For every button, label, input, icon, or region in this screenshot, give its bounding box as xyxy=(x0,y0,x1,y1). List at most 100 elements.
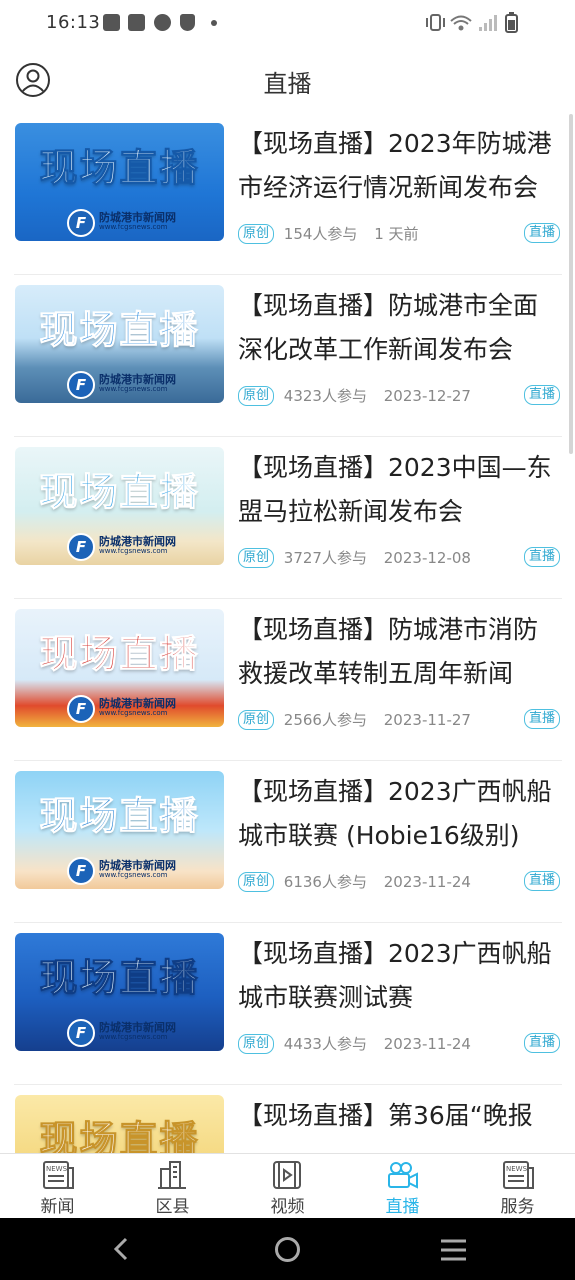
thumbnail-caption: 现场直播 xyxy=(39,470,200,515)
participant-count: 4323人参与 xyxy=(283,387,367,405)
live-title[interactable]: 【现场直播】2023广西帆船城市联赛 (Hobie16级别) xyxy=(238,770,558,858)
home-icon[interactable] xyxy=(274,1236,301,1263)
live-list-item[interactable]: 现场直播 F 防城港市新闻网 www.fcgsnews.com 【现场直播】防城… xyxy=(14,598,562,761)
logo-url: www.fcgsnews.com xyxy=(99,1033,168,1041)
thumbnail-caption: 现场直播 xyxy=(39,146,200,191)
participant-count: 4433人参与 xyxy=(283,1035,367,1053)
back-icon[interactable] xyxy=(110,1236,134,1262)
live-camera-icon xyxy=(388,1162,418,1189)
service-icon: NEWS xyxy=(503,1161,534,1189)
video-icon xyxy=(273,1161,301,1189)
live-title[interactable]: 【现场直播】2023广西帆船城市联赛测试赛 xyxy=(238,932,558,1020)
logo-url: www.fcgsnews.com xyxy=(99,871,168,879)
live-list-item[interactable]: 现场直播 F 防城港市新闻网 www.fcgsnews.com 【现场直播】20… xyxy=(14,436,562,599)
live-title[interactable]: 【现场直播】2023年防城港市经济运行情况新闻发布会 xyxy=(238,122,558,210)
live-badge: 直播 xyxy=(523,385,560,405)
live-thumbnail[interactable]: 现场直播 F 防城港市新闻网 www.fcgsnews.com xyxy=(15,285,224,403)
live-badge: 直播 xyxy=(523,1033,560,1053)
signal-icon xyxy=(479,15,497,31)
app-header: 直播 xyxy=(0,48,575,112)
participant-count: 6136人参与 xyxy=(283,873,367,891)
logo-mark: F xyxy=(67,857,95,885)
live-badge: 直播 xyxy=(523,547,560,567)
dot-icon xyxy=(211,20,217,26)
live-title[interactable]: 【现场直播】2023中国—东盟马拉松新闻发布会 xyxy=(238,446,558,534)
tab-video[interactable]: 视频 xyxy=(230,1154,345,1219)
check-icon xyxy=(154,14,171,31)
original-badge: 原创 xyxy=(238,1033,275,1054)
live-list-item[interactable]: 现场直播 F 防城港市新闻网 www.fcgsnews.com 【现场直播】防城… xyxy=(14,274,562,437)
live-badge: 直播 xyxy=(523,871,560,891)
battery-icon xyxy=(505,12,518,33)
logo-url: www.fcgsnews.com xyxy=(99,709,168,717)
logo-mark: F xyxy=(67,371,95,399)
svg-text:NEWS: NEWS xyxy=(46,1165,68,1173)
live-title[interactable]: 【现场直播】防城港市全面深化改革工作新闻发布会 xyxy=(238,284,558,372)
live-thumbnail[interactable]: 现场直播 F 防城港市新闻网 www.fcgsnews.com xyxy=(15,123,224,241)
logo-url: www.fcgsnews.com xyxy=(99,547,168,555)
live-badge: 直播 xyxy=(523,223,560,243)
site-logo: F 防城港市新闻网 www.fcgsnews.com xyxy=(67,209,187,237)
thumbnail-caption: 现场直播 xyxy=(39,794,200,839)
publish-time: 2023-11-24 xyxy=(383,872,471,891)
live-list: 现场直播 F 防城港市新闻网 www.fcgsnews.com 【现场直播】20… xyxy=(0,112,575,1153)
logo-mark: F xyxy=(67,533,95,561)
live-list-item[interactable]: 现场直播 F 防城港市新闻网 www.fcgsnews.com 【现场直播】20… xyxy=(14,922,562,1085)
svg-text:NEWS: NEWS xyxy=(506,1165,528,1173)
site-logo: F 防城港市新闻网 www.fcgsnews.com xyxy=(67,371,187,399)
live-title[interactable]: 【现场直播】防城港市消防救援改革转制五周年新闻发… xyxy=(238,608,558,696)
live-list-item[interactable]: 现场直播 F 防城港市新闻网 www.fcgsnews.com 【现场直播】20… xyxy=(14,112,562,275)
page-title: 直播 xyxy=(263,70,312,98)
live-thumbnail[interactable]: 现场直播 F 防城港市新闻网 www.fcgsnews.com xyxy=(15,447,224,565)
live-meta: 原创 3727人参与 2023-12-08 直播 xyxy=(238,547,560,573)
original-badge: 原创 xyxy=(238,223,275,244)
scrollbar[interactable] xyxy=(569,114,573,454)
status-bar: 16:13 xyxy=(0,0,575,48)
status-time: 16:13 xyxy=(46,12,101,33)
tab-news[interactable]: NEWS 新闻 xyxy=(0,1154,115,1219)
notification-icon xyxy=(128,14,145,31)
tab-county-label: 区县 xyxy=(155,1197,190,1217)
logo-mark: F xyxy=(67,209,95,237)
tab-live[interactable]: 直播 xyxy=(345,1154,460,1219)
publish-time: 1 天前 xyxy=(374,225,419,243)
live-list-item[interactable]: 现场直播 F 防城港市新闻网 www.fcgsnews.com 【现场直播】第3… xyxy=(14,1084,562,1153)
system-nav-bar xyxy=(0,1218,575,1280)
county-icon xyxy=(158,1161,186,1189)
live-meta: 原创 4433人参与 2023-11-24 直播 xyxy=(238,1033,560,1059)
thumbnail-caption: 现场直播 xyxy=(39,1118,200,1154)
logo-url: www.fcgsnews.com xyxy=(99,223,168,231)
shield-icon xyxy=(180,14,195,31)
publish-time: 2023-11-24 xyxy=(383,1034,471,1053)
recents-icon[interactable] xyxy=(440,1238,467,1262)
thumbnail-caption: 现场直播 xyxy=(39,632,200,677)
live-meta: 原创 6136人参与 2023-11-24 直播 xyxy=(238,871,560,897)
live-title[interactable]: 【现场直播】第36届“晚报 xyxy=(238,1094,558,1138)
publish-time: 2023-12-27 xyxy=(383,386,471,405)
original-badge: 原创 xyxy=(238,385,275,406)
site-logo: F 防城港市新闻网 www.fcgsnews.com xyxy=(67,533,187,561)
tab-county[interactable]: 区县 xyxy=(115,1154,230,1219)
live-list-item[interactable]: 现场直播 F 防城港市新闻网 www.fcgsnews.com 【现场直播】20… xyxy=(14,760,562,923)
participant-count: 3727人参与 xyxy=(283,549,367,567)
site-logo: F 防城港市新闻网 www.fcgsnews.com xyxy=(67,695,187,723)
publish-time: 2023-12-08 xyxy=(383,548,471,567)
thumbnail-caption: 现场直播 xyxy=(39,308,200,353)
live-thumbnail[interactable]: 现场直播 F 防城港市新闻网 www.fcgsnews.com xyxy=(15,609,224,727)
site-logo: F 防城港市新闻网 www.fcgsnews.com xyxy=(67,857,187,885)
live-badge: 直播 xyxy=(523,709,560,729)
original-badge: 原创 xyxy=(238,709,275,730)
tab-service[interactable]: NEWS 服务 xyxy=(460,1154,575,1219)
logo-mark: F xyxy=(67,695,95,723)
live-thumbnail[interactable]: 现场直播 F 防城港市新闻网 www.fcgsnews.com xyxy=(15,771,224,889)
thumbnail-caption: 现场直播 xyxy=(39,956,200,1001)
tab-live-label: 直播 xyxy=(385,1197,420,1217)
tab-service-label: 服务 xyxy=(500,1197,535,1217)
bottom-tab-bar: NEWS 新闻 区县 视频 直播 NEWS 服务 xyxy=(0,1153,575,1219)
live-meta: 原创 2566人参与 2023-11-27 直播 xyxy=(238,709,560,735)
live-thumbnail[interactable]: 现场直播 F 防城港市新闻网 www.fcgsnews.com xyxy=(15,933,224,1051)
tab-news-label: 新闻 xyxy=(40,1197,75,1217)
site-logo: F 防城港市新闻网 www.fcgsnews.com xyxy=(67,1019,187,1047)
logo-url: www.fcgsnews.com xyxy=(99,385,168,393)
live-thumbnail[interactable]: 现场直播 F 防城港市新闻网 www.fcgsnews.com xyxy=(15,1095,224,1153)
